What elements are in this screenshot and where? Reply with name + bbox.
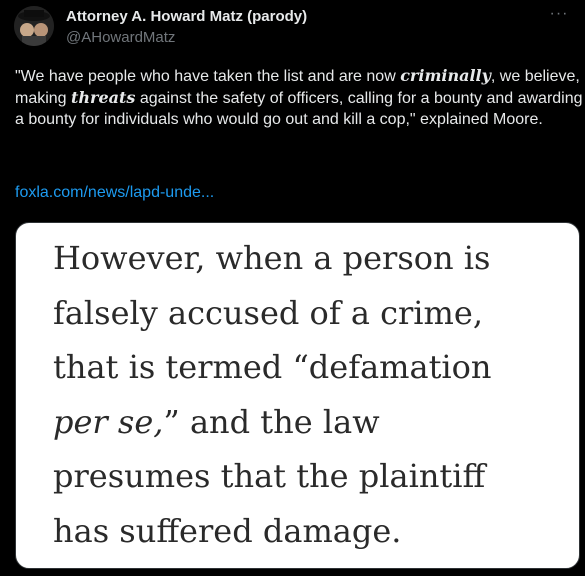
- author-handle[interactable]: @AHowardMatz: [66, 29, 175, 46]
- tweet-text-emphasis: threats: [71, 88, 136, 107]
- quote-line: has suffered damage.: [53, 512, 402, 550]
- quote-line: However, when a person is: [53, 239, 491, 277]
- tweet-media-image[interactable]: However, when a person is falsely accuse…: [15, 222, 580, 569]
- author-name[interactable]: Attorney A. Howard Matz (parody): [66, 8, 307, 25]
- avatar[interactable]: [14, 6, 54, 46]
- tweet-text: "We have people who have taken the list …: [15, 65, 585, 130]
- quote-line: that is termed “defamation: [53, 348, 492, 386]
- quote-italic: per se,: [53, 403, 164, 441]
- quote-line: per se,” and the law: [53, 402, 380, 442]
- quote-line: falsely accused of a crime,: [53, 294, 483, 332]
- tweet-text-part: "We have people who have taken the list …: [15, 68, 401, 85]
- quote-line-rest: ” and the law: [163, 403, 380, 441]
- avatar-image: [14, 6, 54, 46]
- tweet-text-emphasis: criminally: [400, 66, 491, 85]
- tweet-header: Attorney A. Howard Matz (parody) @AHowar…: [0, 0, 585, 60]
- tweet-link[interactable]: foxla.com/news/lapd-unde...: [15, 184, 214, 202]
- quote-line: presumes that the plaintiff: [53, 457, 486, 495]
- more-options-icon[interactable]: ···: [547, 4, 571, 24]
